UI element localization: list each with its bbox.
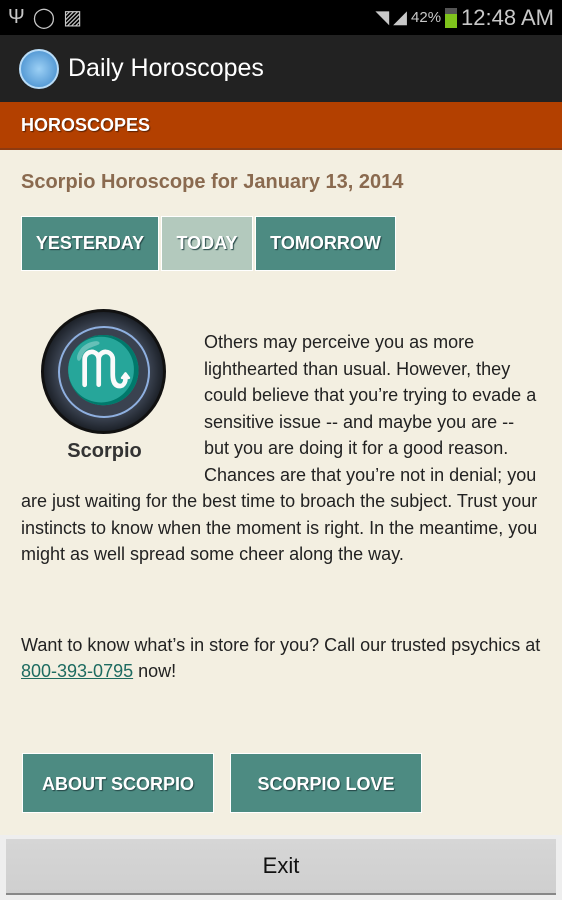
phone-link[interactable]: 800-393-0795: [21, 661, 133, 681]
scorpio-icon: ♏: [41, 309, 166, 434]
exit-bar: Exit: [0, 835, 562, 900]
sign-image: ♏ Scorpio: [21, 309, 204, 469]
app-logo-icon[interactable]: [19, 48, 59, 89]
tab-yesterday[interactable]: YESTERDAY: [21, 216, 159, 271]
scorpio-love-button[interactable]: SCORPIO LOVE: [230, 752, 422, 813]
battery-charging-icon: [445, 7, 458, 28]
promo-after: now!: [133, 661, 177, 681]
status-bar: Ψ ◯ ▨ ◥ ◢ 42% 12:48 AM: [0, 0, 562, 35]
exit-button[interactable]: Exit: [6, 839, 556, 895]
tab-today[interactable]: TODAY: [161, 216, 253, 271]
about-scorpio-button[interactable]: ABOUT SCORPIO: [22, 752, 214, 813]
tab-tomorrow[interactable]: TOMORROW: [255, 216, 396, 271]
promo-text: Want to know what’s in store for you? Ca…: [21, 632, 541, 685]
image-icon: ▨: [63, 7, 83, 29]
clock: 12:48 AM: [461, 4, 554, 30]
section-title: HOROSCOPES: [21, 114, 151, 135]
app-title: Daily Horoscopes: [68, 54, 264, 82]
wifi-icon: ◥: [375, 7, 390, 27]
whatsapp-icon: ◯: [32, 7, 56, 29]
signal-icon: ◢: [393, 7, 408, 27]
app-bar: Daily Horoscopes: [0, 35, 562, 102]
battery-percent: 42%: [411, 9, 442, 26]
section-header: HOROSCOPES: [0, 102, 562, 150]
horoscope-body: ♏ Scorpio Others may perceive you as mor…: [21, 309, 541, 568]
usb-icon: Ψ: [8, 6, 25, 28]
page-title: Scorpio Horoscope for January 13, 2014: [21, 171, 404, 193]
promo-before: Want to know what’s in store for you? Ca…: [21, 634, 541, 655]
sign-label: Scorpio: [67, 440, 142, 462]
day-tabs: YESTERDAY TODAY TOMORROW: [21, 216, 541, 271]
